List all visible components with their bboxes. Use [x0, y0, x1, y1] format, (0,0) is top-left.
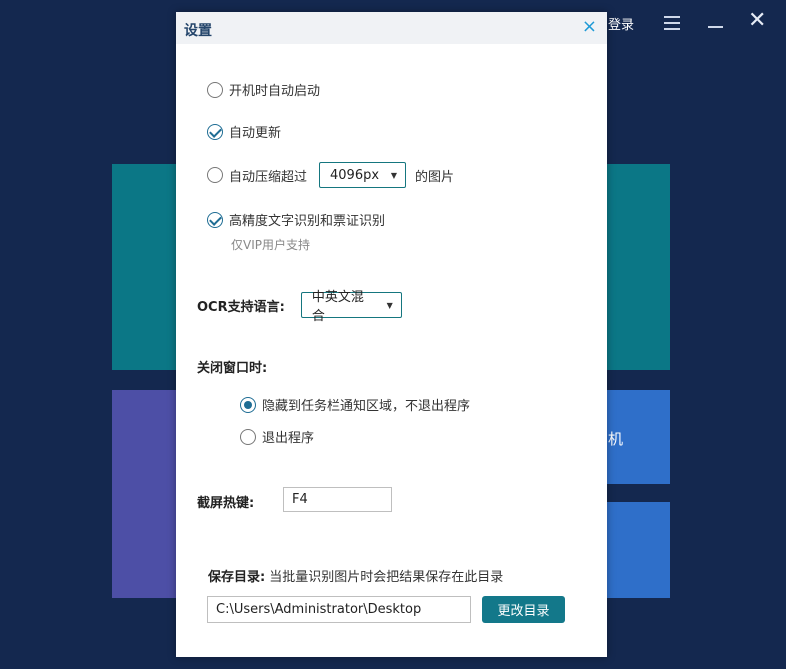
- save-dir-description: 当批量识别图片时会把结果保存在此目录: [269, 570, 504, 585]
- ocr-language-value: 中英文混合: [311, 290, 364, 324]
- hotkey-input[interactable]: F4: [283, 487, 392, 512]
- feature-tile[interactable]: [112, 164, 176, 370]
- hd-ocr-option[interactable]: 高精度文字识别和票证识别: [207, 210, 385, 229]
- exit-program-label: 退出程序: [262, 431, 315, 446]
- autoupdate-label: 自动更新: [229, 126, 282, 141]
- chevron-down-icon: ▼: [390, 170, 398, 180]
- close-icon[interactable]: ✕: [748, 10, 770, 32]
- compress-suffix: 的图片: [415, 169, 455, 185]
- settings-dialog: 设置 × 开机时自动启动 自动更新 自动压缩超过 4096px ▼ 的图片 高精…: [176, 12, 607, 657]
- hd-ocr-label: 高精度文字识别和票证识别: [229, 214, 386, 229]
- hd-ocr-checkbox[interactable]: [207, 211, 223, 228]
- ocr-language-select[interactable]: 中英文混合 ▼: [300, 290, 402, 324]
- save-dir-path: C:\Users\Administrator\Desktop: [216, 602, 422, 617]
- save-dir-input[interactable]: C:\Users\Administrator\Desktop: [207, 596, 471, 623]
- chevron-down-icon: ▼: [386, 300, 393, 310]
- hide-to-tray-label: 隐藏到任务栏通知区域，不退出程序: [262, 399, 471, 414]
- dialog-title: 设置: [184, 23, 212, 39]
- ocr-language-label: OCR支持语言:: [197, 299, 285, 315]
- autostart-label: 开机时自动启动: [229, 84, 321, 99]
- compress-size-value: 4096px: [330, 167, 380, 183]
- save-dir-row: 保存目录: 当批量识别图片时会把结果保存在此目录: [208, 566, 503, 585]
- compress-checkbox[interactable]: [207, 167, 223, 183]
- autostart-checkbox[interactable]: [207, 81, 223, 98]
- hotkey-label: 截屏热键:: [197, 496, 255, 511]
- autoupdate-checkbox[interactable]: [207, 123, 223, 140]
- hotkey-value: F4: [292, 492, 308, 507]
- dialog-header: 设置 ×: [176, 12, 607, 44]
- minimize-icon[interactable]: [708, 26, 723, 28]
- close-window-label: 关闭窗口时:: [197, 361, 268, 376]
- change-dir-button[interactable]: 更改目录: [482, 596, 565, 623]
- login-link[interactable]: 登录: [608, 14, 634, 33]
- feature-tile[interactable]: [606, 164, 670, 370]
- save-dir-label: 保存目录:: [208, 570, 266, 585]
- close-option-hide[interactable]: 隐藏到任务栏通知区域，不退出程序: [240, 395, 470, 414]
- autoupdate-option[interactable]: 自动更新: [207, 122, 281, 141]
- vip-note: 仅VIP用户支持: [231, 238, 310, 252]
- hamburger-icon[interactable]: [664, 16, 680, 30]
- feature-tile[interactable]: [606, 502, 670, 598]
- ocr-language-row: OCR支持语言: 中英文混合 ▼: [197, 290, 402, 324]
- compress-option: 自动压缩超过 4096px ▼ 的图片: [207, 162, 454, 188]
- feature-tile[interactable]: [112, 390, 176, 598]
- compress-size-select[interactable]: 4096px ▼: [319, 162, 407, 188]
- close-option-exit[interactable]: 退出程序: [240, 427, 314, 446]
- autostart-option[interactable]: 开机时自动启动: [207, 80, 320, 99]
- tile-label: 机: [608, 430, 624, 448]
- dialog-close-icon[interactable]: ×: [582, 18, 597, 36]
- hide-to-tray-radio[interactable]: [240, 396, 256, 413]
- compress-label: 自动压缩超过: [229, 169, 308, 185]
- exit-program-radio[interactable]: [240, 428, 256, 445]
